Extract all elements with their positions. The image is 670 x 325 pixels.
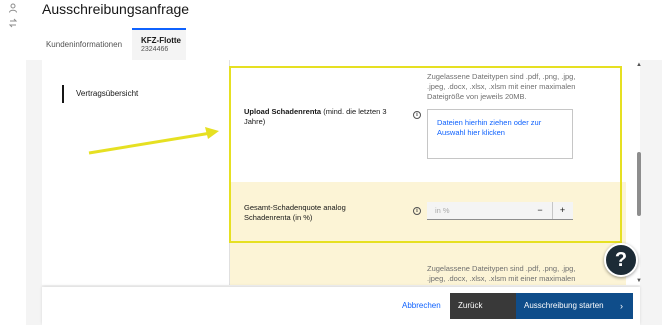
page-header: Ausschreibungsanfrage Kundeninformatione… — [26, 0, 662, 60]
window-edge — [662, 0, 670, 325]
app-root: Ausschreibungsanfrage Kundeninformatione… — [0, 0, 670, 325]
start-tender-label: Ausschreibung starten — [524, 301, 604, 310]
info-icon[interactable]: i — [413, 111, 421, 119]
file-dropzone[interactable]: Dateien hierhin ziehen oder zur Auswahl … — [427, 109, 573, 159]
info-icon[interactable]: i — [413, 207, 421, 215]
content-panel: Vertragsübersicht Upload Schadenrenta (m… — [42, 60, 640, 285]
left-rail — [0, 0, 26, 325]
tab-sublabel: 2324466 — [141, 46, 169, 53]
user-icon[interactable] — [7, 3, 19, 15]
quote-input[interactable] — [427, 202, 527, 219]
scroll-up-icon[interactable]: ▲ — [636, 62, 642, 68]
footer-bar: Abbrechen Zurück Ausschreibung starten › — [42, 287, 640, 325]
quote-row: Gesamt-Schadenquote analog Schadenrenta … — [230, 182, 626, 242]
scroll-down-icon[interactable]: ▼ — [636, 278, 642, 284]
start-tender-button[interactable]: Ausschreibung starten › — [516, 293, 633, 319]
back-button[interactable]: Zurück — [450, 293, 516, 319]
tab-label: KFZ-Flotte — [141, 36, 181, 45]
decrement-button[interactable]: − — [530, 202, 550, 219]
upload-label: Upload Schadenrenta (mind. die letzten 3… — [244, 107, 387, 126]
scrollbar-thumb[interactable] — [637, 152, 641, 216]
chevron-right-icon: › — [620, 301, 623, 311]
quote-label: Gesamt-Schadenquote analog Schadenrenta … — [244, 203, 346, 222]
upload-hint: Zugelassene Dateitypen sind .pdf, .png, … — [427, 72, 576, 101]
form-column: Upload Schadenrenta (mind. die letzten 3… — [229, 60, 640, 285]
next-upload-hint: Zugelassene Dateitypen sind .pdf, .png, … — [427, 264, 576, 285]
page-title: Ausschreibungsanfrage — [42, 1, 190, 17]
cancel-button[interactable]: Abbrechen — [402, 293, 441, 319]
help-button[interactable]: ? — [604, 243, 638, 277]
increment-button[interactable]: + — [552, 202, 572, 219]
annotation-arrow-icon — [88, 127, 219, 155]
next-upload-row: Zugelassene Dateitypen sind .pdf, .png, … — [230, 242, 626, 285]
upload-row: Upload Schadenrenta (mind. die letzten 3… — [230, 66, 626, 182]
quote-number-field: − + — [427, 202, 573, 220]
tab-kundeninformationen[interactable]: Kundeninformationen — [40, 28, 128, 60]
nav-item-vertragsuebersicht[interactable]: Vertragsübersicht — [62, 85, 138, 103]
tab-label: Kundeninformationen — [45, 40, 123, 49]
transfer-icon[interactable] — [7, 18, 19, 30]
tab-kfz-flotte[interactable]: KFZ-Flotte 2324466 — [132, 28, 186, 60]
